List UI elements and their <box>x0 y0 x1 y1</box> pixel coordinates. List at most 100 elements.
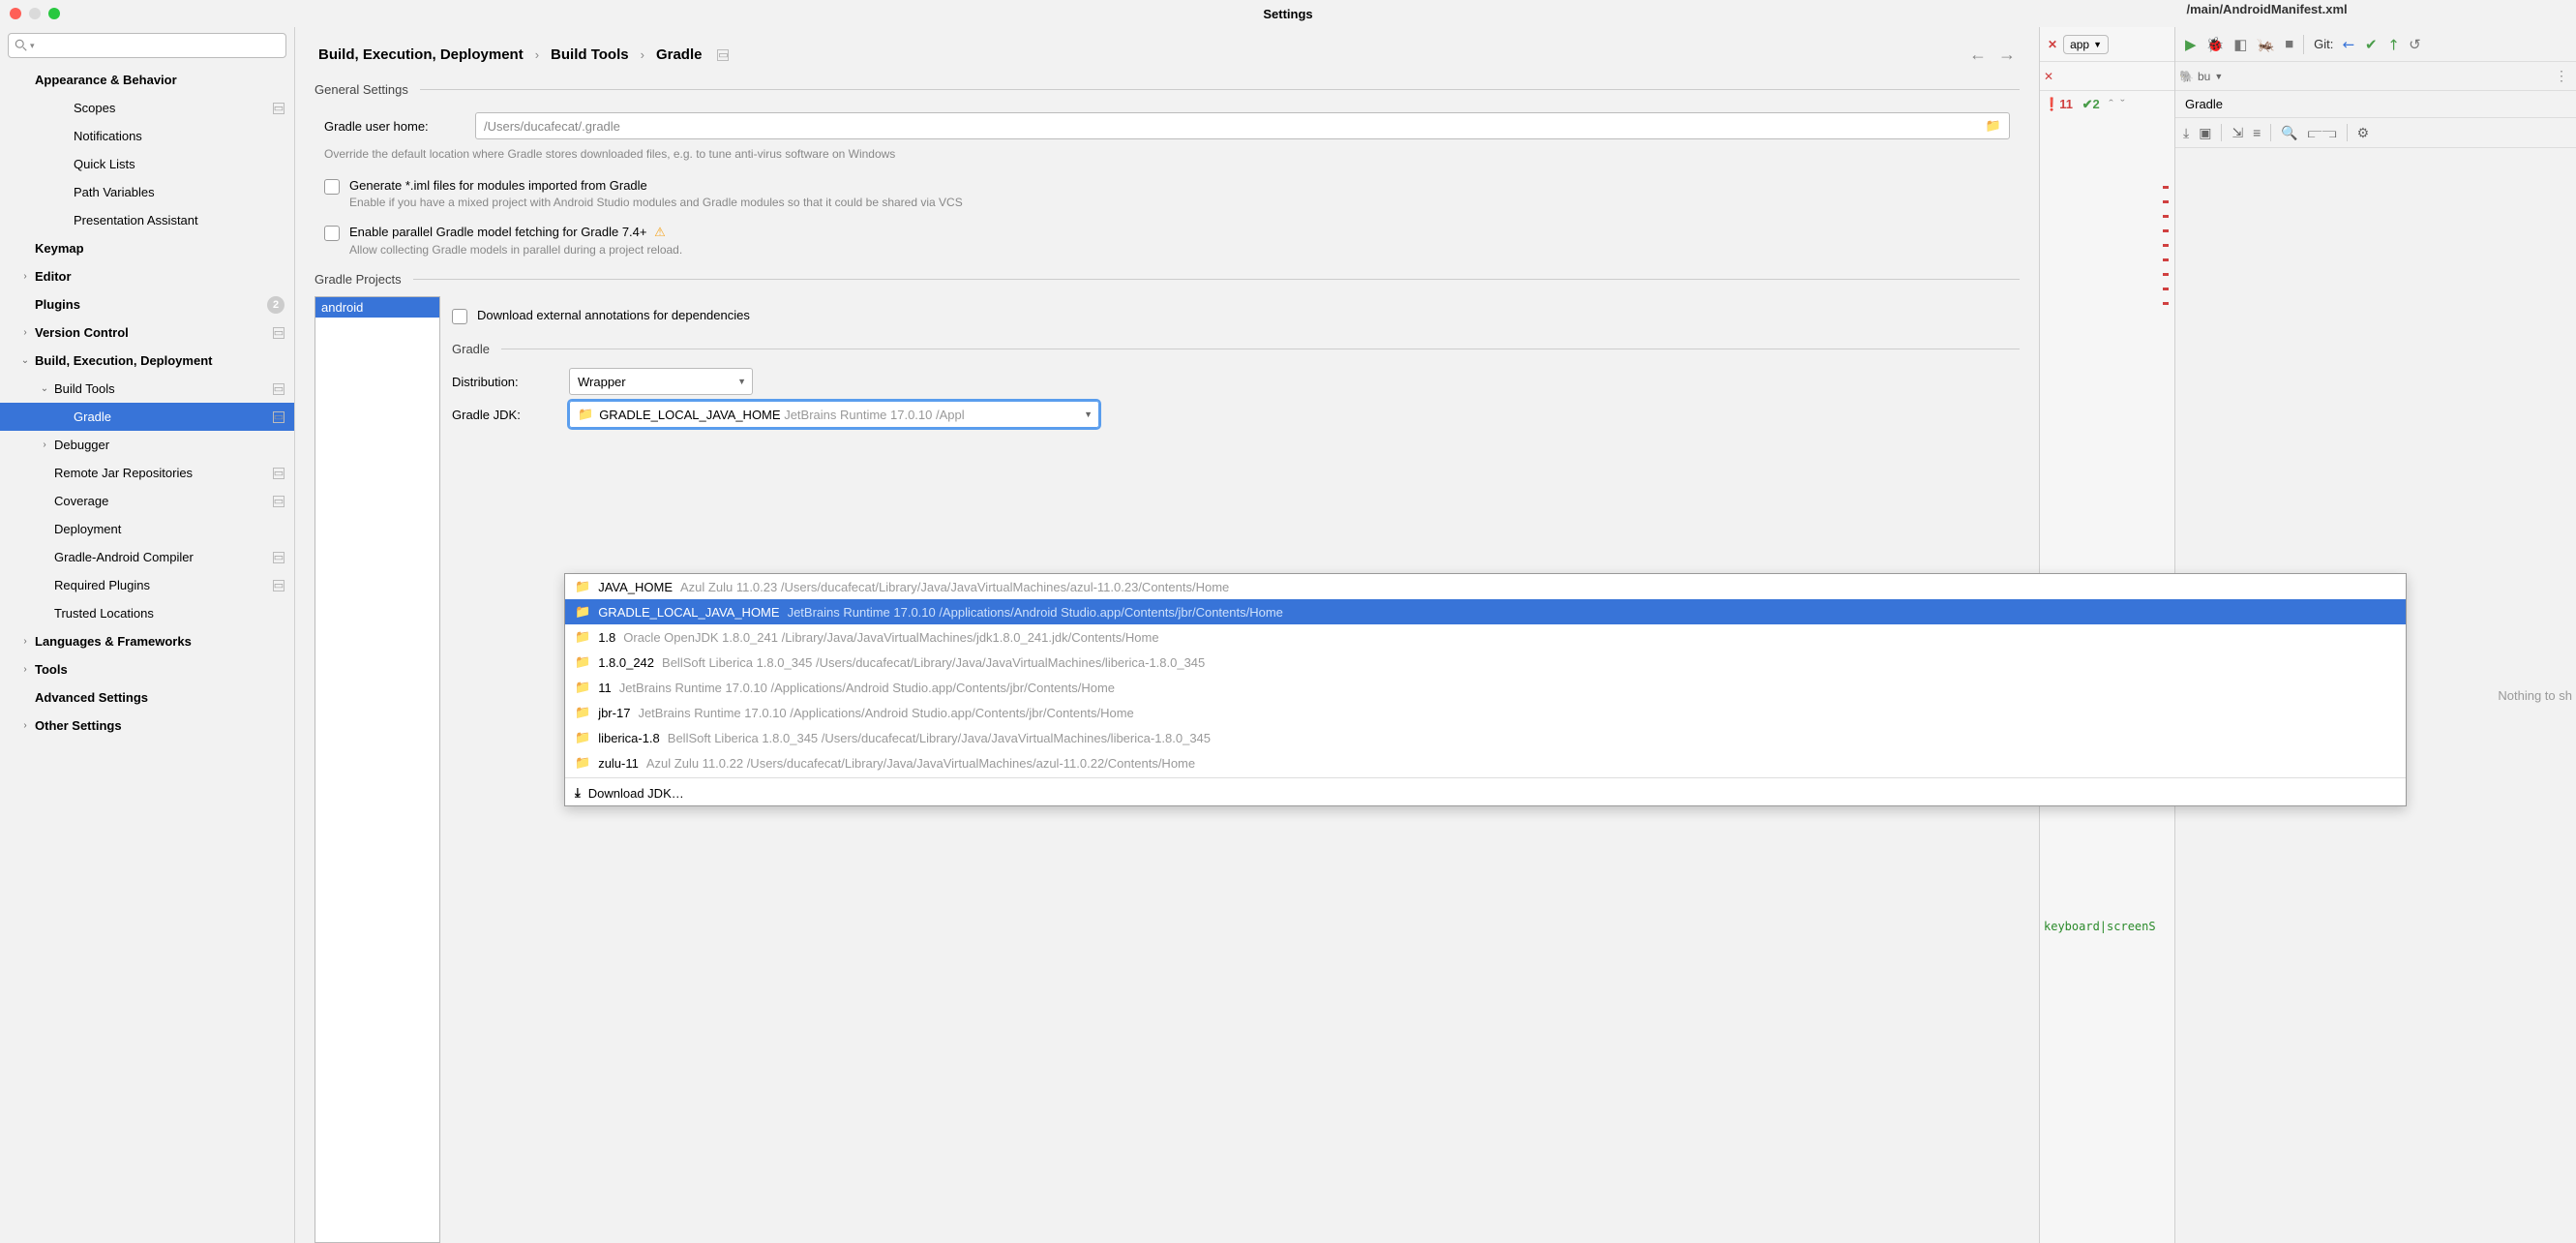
minimize-button[interactable] <box>29 8 41 19</box>
jdk-option-detail: Azul Zulu 11.0.22 /Users/ducafecat/Libra… <box>646 756 1195 771</box>
divider <box>420 89 2020 90</box>
run-button[interactable]: ▶ <box>2185 36 2197 53</box>
collapse-button[interactable]: ≡ <box>2253 125 2261 140</box>
execute-button[interactable]: 🔍 <box>2281 125 2297 141</box>
breadcrumb-item[interactable]: Build Tools <box>551 46 629 63</box>
back-button[interactable]: ← <box>1969 45 1987 65</box>
tree-item[interactable]: ›Debugger <box>0 431 294 459</box>
prev-highlight[interactable]: ˆ <box>2109 97 2112 111</box>
error-indicator[interactable]: ❗11 <box>2044 97 2073 111</box>
folder-icon[interactable]: 📁 <box>1986 118 2001 134</box>
stop-button[interactable]: ■ <box>2285 36 2293 52</box>
history-button[interactable]: ↺ <box>2409 36 2421 53</box>
jdk-option[interactable]: 📁JAVA_HOMEAzul Zulu 11.0.23 /Users/ducaf… <box>565 574 2406 599</box>
jdk-option-detail: JetBrains Runtime 17.0.10 /Applications/… <box>788 605 1283 620</box>
run-config-selector[interactable]: app ▼ <box>2063 35 2109 54</box>
tree-item[interactable]: ⌄Build Tools▭ <box>0 375 294 403</box>
sync-button[interactable]: ⤓ <box>2183 125 2189 141</box>
tree-item[interactable]: ›Other Settings <box>0 712 294 740</box>
chevron-icon: ⌄ <box>35 383 54 394</box>
parallel-checkbox[interactable] <box>324 226 340 241</box>
tree-item[interactable]: Advanced Settings <box>0 683 294 712</box>
breadcrumb-item: Gradle <box>656 46 703 63</box>
jdk-option[interactable]: 📁liberica-1.8BellSoft Liberica 1.8.0_345… <box>565 725 2406 750</box>
tree-item[interactable]: ›Languages & Frameworks <box>0 627 294 655</box>
project-marker-icon: ▭ <box>273 496 285 507</box>
jdk-option-detail: Azul Zulu 11.0.23 /Users/ducafecat/Libra… <box>680 580 1229 594</box>
settings-content: Build, Execution, Deployment › Build Too… <box>295 27 2039 1243</box>
download-jdk-option[interactable]: ⤓Download JDK… <box>565 780 2406 805</box>
git-commit-button[interactable]: ✔ <box>2365 36 2378 53</box>
chevron-down-icon[interactable]: ▼ <box>2214 72 2223 81</box>
jdk-option-name: 1.8.0_242 <box>598 655 654 670</box>
breadcrumb-item[interactable]: Build, Execution, Deployment <box>318 46 524 63</box>
user-home-label: Gradle user home: <box>324 119 460 134</box>
tree-item[interactable]: ›Editor <box>0 262 294 290</box>
tree-item-label: Appearance & Behavior <box>35 73 285 87</box>
jdk-option[interactable]: 📁GRADLE_LOCAL_JAVA_HOMEJetBrains Runtime… <box>565 599 2406 624</box>
jdk-option[interactable]: 📁jbr-17JetBrains Runtime 17.0.10 /Applic… <box>565 700 2406 725</box>
tree-item[interactable]: ⌄Build, Execution, Deployment <box>0 347 294 375</box>
iml-checkbox[interactable] <box>324 179 340 195</box>
git-push-button[interactable]: ↗ <box>2382 34 2404 55</box>
project-list-item[interactable]: android <box>315 297 439 318</box>
settings-button[interactable]: ⚙ <box>2357 125 2370 141</box>
debug-button[interactable]: 🐞 <box>2206 36 2225 53</box>
forward-button[interactable]: → <box>1998 45 2016 65</box>
tree-item[interactable]: Required Plugins▭ <box>0 571 294 599</box>
jdk-option[interactable]: 📁1.8Oracle OpenJDK 1.8.0_241 /Library/Ja… <box>565 624 2406 650</box>
tab-label[interactable]: bu <box>2198 70 2210 83</box>
user-home-input[interactable]: /Users/ducafecat/.gradle 📁 <box>475 112 2010 139</box>
tree-item[interactable]: ›Version Control▭ <box>0 318 294 347</box>
iml-help: Enable if you have a mixed project with … <box>349 196 963 209</box>
jdk-option[interactable]: 📁11JetBrains Runtime 17.0.10 /Applicatio… <box>565 675 2406 700</box>
git-pull-button[interactable]: ↙ <box>2339 34 2360 55</box>
attach-button[interactable]: ▣ <box>2199 125 2211 141</box>
jdk-option-name: 1.8 <box>598 630 615 645</box>
chevron-down-icon: ▼ <box>2093 40 2102 49</box>
tree-item[interactable]: Appearance & Behavior <box>0 66 294 94</box>
jdk-option[interactable]: 📁1.8.0_242BellSoft Liberica 1.8.0_345 /U… <box>565 650 2406 675</box>
tree-item[interactable]: Gradle-Android Compiler▭ <box>0 543 294 571</box>
iml-label: Generate *.iml files for modules importe… <box>349 178 963 193</box>
tree-item[interactable]: Presentation Assistant <box>0 206 294 234</box>
jdk-option-name: jbr-17 <box>598 706 630 720</box>
tree-item[interactable]: Coverage▭ <box>0 487 294 515</box>
tree-item[interactable]: Scopes▭ <box>0 94 294 122</box>
profile-button[interactable]: 🦗 <box>2257 36 2275 53</box>
chevron-icon: › <box>15 636 35 647</box>
warning-indicator[interactable]: ✔2 <box>2082 97 2100 111</box>
tree-item[interactable]: Deployment <box>0 515 294 543</box>
tree-item[interactable]: ›Tools <box>0 655 294 683</box>
tree-item-label: Tools <box>35 662 285 677</box>
tree-item[interactable]: Gradle▭ <box>0 403 294 431</box>
jdk-combo[interactable]: 📁 GRADLE_LOCAL_JAVA_HOME JetBrains Runti… <box>569 401 1099 428</box>
projects-list[interactable]: android <box>315 296 440 1243</box>
jdk-option[interactable]: 📁zulu-11Azul Zulu 11.0.22 /Users/ducafec… <box>565 750 2406 775</box>
tree-item[interactable]: Remote Jar Repositories▭ <box>0 459 294 487</box>
section-projects: Gradle Projects <box>315 272 402 287</box>
tree-item-label: Notifications <box>74 129 285 143</box>
jdk-dropdown: 📁JAVA_HOMEAzul Zulu 11.0.23 /Users/ducaf… <box>564 573 2407 806</box>
tree-item[interactable]: Keymap <box>0 234 294 262</box>
next-highlight[interactable]: ˇ <box>2120 97 2124 111</box>
tree-item-label: Path Variables <box>74 185 285 199</box>
tree-item[interactable]: Path Variables <box>0 178 294 206</box>
settings-search-input[interactable] <box>39 39 280 52</box>
close-icon[interactable]: ✕ <box>2048 38 2057 51</box>
more-icon[interactable]: ⋮ <box>2551 68 2572 84</box>
tree-item[interactable]: Plugins2 <box>0 290 294 318</box>
settings-search[interactable]: ▾ <box>8 33 286 58</box>
annotations-checkbox[interactable] <box>452 309 467 324</box>
distribution-combo[interactable]: Wrapper ▼ <box>569 368 753 395</box>
expand-button[interactable]: ⇲ <box>2232 125 2243 141</box>
tree-item[interactable]: Quick Lists <box>0 150 294 178</box>
close-button[interactable] <box>10 8 21 19</box>
coverage-button[interactable]: ◧ <box>2233 36 2247 53</box>
maximize-button[interactable] <box>48 8 60 19</box>
toggle-button[interactable]: ⫍⫎ <box>2308 125 2337 141</box>
project-marker-icon: ▭ <box>273 552 285 563</box>
close-icon[interactable]: ✕ <box>2044 70 2053 83</box>
tree-item[interactable]: Trusted Locations <box>0 599 294 627</box>
tree-item[interactable]: Notifications <box>0 122 294 150</box>
